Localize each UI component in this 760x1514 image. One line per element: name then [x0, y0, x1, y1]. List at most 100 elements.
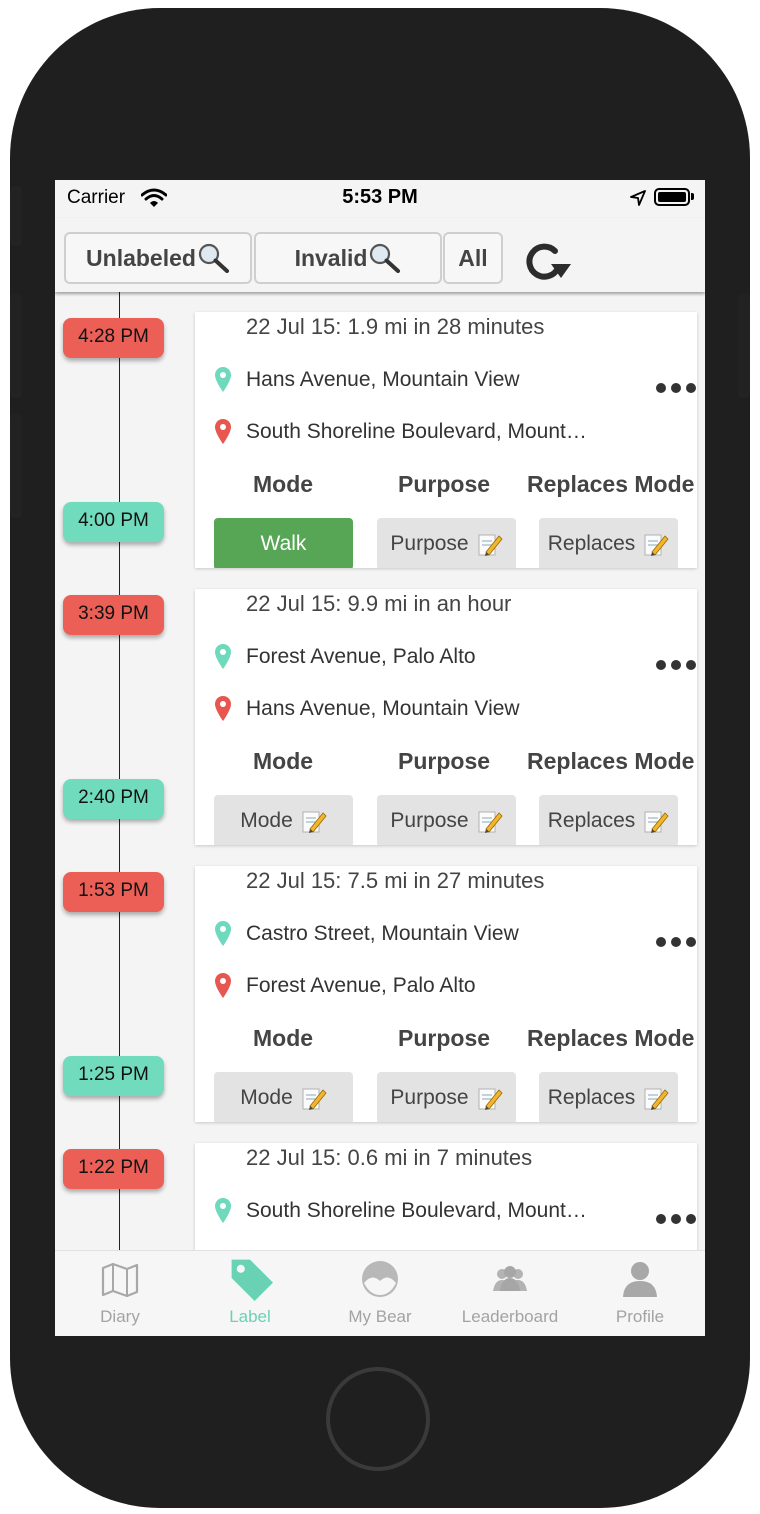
purpose-button[interactable]: Purpose	[377, 1072, 516, 1122]
bear-icon	[362, 1261, 398, 1297]
start-pin-icon	[215, 1198, 231, 1223]
trip-card[interactable]: 22 Jul 15: 9.9 mi in an hour Forest Aven…	[195, 589, 697, 845]
home-button[interactable]	[326, 1367, 430, 1471]
purpose-header: Purpose	[398, 1025, 491, 1051]
trip-start-time: 4:28 PM	[63, 318, 164, 358]
tab-my-bear[interactable]: My Bear	[315, 1251, 445, 1336]
purpose-value: Purpose	[390, 532, 469, 555]
tab-label: My Bear	[348, 1307, 412, 1326]
person-icon	[623, 1262, 657, 1297]
end-pin-icon	[215, 973, 231, 998]
replaces-button[interactable]: Replaces	[539, 518, 678, 568]
start-pin-icon	[215, 367, 231, 392]
clock: 5:53 PM	[342, 186, 418, 208]
replaces-value: Replaces	[547, 532, 636, 555]
tag-icon	[231, 1259, 273, 1301]
trip-end-time: 2:40 PM	[63, 779, 164, 819]
app-screen: Carrier 5:53 PM Unlabeled Invalid All 4:…	[55, 180, 705, 1336]
trip-end-time: 4:00 PM	[63, 502, 164, 542]
tab-profile[interactable]: Profile	[575, 1251, 705, 1336]
tab-label: Leaderboard	[461, 1307, 559, 1326]
mode-header: Mode	[253, 471, 314, 497]
end-pin-icon	[215, 419, 231, 444]
tab-diary[interactable]: Diary	[55, 1251, 185, 1336]
mode-value: Mode	[240, 809, 293, 832]
purpose-header: Purpose	[398, 748, 491, 774]
unlabeled-filter-button[interactable]: Unlabeled	[64, 232, 252, 284]
refresh-icon[interactable]	[521, 242, 573, 286]
start-address: Forest Avenue, Palo Alto	[246, 645, 476, 668]
replaces-value: Replaces	[547, 1086, 636, 1109]
mode-button[interactable]: Mode	[214, 1072, 353, 1122]
trip-summary: 22 Jul 15: 9.9 mi in an hour	[246, 591, 512, 616]
tab-label-screen[interactable]: Label	[185, 1251, 315, 1336]
more-options-icon[interactable]	[655, 659, 697, 671]
magnifier-icon	[198, 243, 229, 273]
trip-card[interactable]: 22 Jul 15: 1.9 mi in 28 minutes Hans Ave…	[195, 312, 697, 568]
edit-pencil-icon	[644, 534, 669, 556]
mode-value: Walk	[260, 532, 307, 555]
more-options-icon[interactable]	[655, 1213, 697, 1225]
trip-start-time: 1:22 PM	[63, 1149, 164, 1189]
start-address: Hans Avenue, Mountain View	[246, 368, 520, 391]
end-address: South Shoreline Boulevard, Mount…	[246, 420, 587, 443]
edit-pencil-icon	[478, 1088, 503, 1110]
edit-pencil-icon	[644, 1088, 669, 1110]
all-label: All	[458, 244, 488, 271]
edit-pencil-icon	[302, 1088, 327, 1110]
unlabeled-label: Unlabeled	[86, 244, 196, 271]
replaces-mode-header: Replaces Mode	[527, 748, 695, 774]
invalid-label: Invalid	[294, 244, 368, 271]
map-icon	[101, 1262, 139, 1298]
trip-start-time: 1:53 PM	[63, 872, 164, 912]
purpose-header: Purpose	[398, 471, 491, 497]
edit-pencil-icon	[478, 534, 503, 556]
replaces-mode-header: Replaces Mode	[527, 1025, 695, 1051]
trip-card[interactable]: 22 Jul 15: 0.6 mi in 7 minutes South Sho…	[195, 1143, 697, 1250]
end-address: Hans Avenue, Mountain View	[246, 697, 520, 720]
edit-pencil-icon	[478, 811, 503, 833]
mute-switch	[10, 186, 22, 246]
trip-card[interactable]: 22 Jul 15: 7.5 mi in 27 minutes Castro S…	[195, 866, 697, 1122]
tab-bar: Diary Label My Bear Leaderboard Profile	[55, 1250, 705, 1336]
location-arrow-icon	[630, 190, 646, 206]
replaces-mode-header: Replaces Mode	[527, 471, 695, 497]
edit-pencil-icon	[302, 811, 327, 833]
mode-button[interactable]: Walk	[214, 518, 353, 568]
start-address: South Shoreline Boulevard, Mount…	[246, 1199, 587, 1222]
edit-pencil-icon	[644, 811, 669, 833]
more-options-icon[interactable]	[655, 936, 697, 948]
group-icon	[493, 1266, 527, 1291]
trip-timeline: 4:28 PM 4:00 PM 22 Jul 15: 1.9 mi in 28 …	[55, 292, 705, 1250]
tab-leaderboard[interactable]: Leaderboard	[445, 1251, 575, 1336]
filter-bar: Unlabeled Invalid All	[55, 218, 705, 292]
more-options-icon[interactable]	[655, 382, 697, 394]
battery-icon	[654, 188, 690, 206]
mode-header: Mode	[253, 748, 314, 774]
purpose-value: Purpose	[390, 1086, 469, 1109]
end-pin-icon	[215, 696, 231, 721]
replaces-button[interactable]: Replaces	[539, 795, 678, 845]
all-filter-button[interactable]: All	[443, 232, 503, 284]
start-pin-icon	[215, 644, 231, 669]
trip-summary: 22 Jul 15: 1.9 mi in 28 minutes	[246, 314, 545, 339]
invalid-filter-button[interactable]: Invalid	[254, 232, 442, 284]
timeline-line	[119, 292, 120, 1250]
purpose-button[interactable]: Purpose	[377, 795, 516, 845]
battery-tip	[691, 193, 694, 200]
trip-summary: 22 Jul 15: 0.6 mi in 7 minutes	[246, 1145, 533, 1170]
start-address: Castro Street, Mountain View	[246, 922, 519, 945]
tab-label: Label	[229, 1307, 271, 1326]
mode-button[interactable]: Mode	[214, 795, 353, 845]
trip-start-time: 3:39 PM	[63, 595, 164, 635]
start-pin-icon	[215, 921, 231, 946]
replaces-button[interactable]: Replaces	[539, 1072, 678, 1122]
purpose-button[interactable]: Purpose	[377, 518, 516, 568]
power-button	[738, 294, 750, 398]
purpose-value: Purpose	[390, 809, 469, 832]
replaces-value: Replaces	[547, 809, 636, 832]
volume-up-button	[10, 294, 22, 398]
magnifier-icon	[370, 243, 401, 273]
end-address: Forest Avenue, Palo Alto	[246, 974, 476, 997]
tab-label: Diary	[100, 1307, 140, 1326]
